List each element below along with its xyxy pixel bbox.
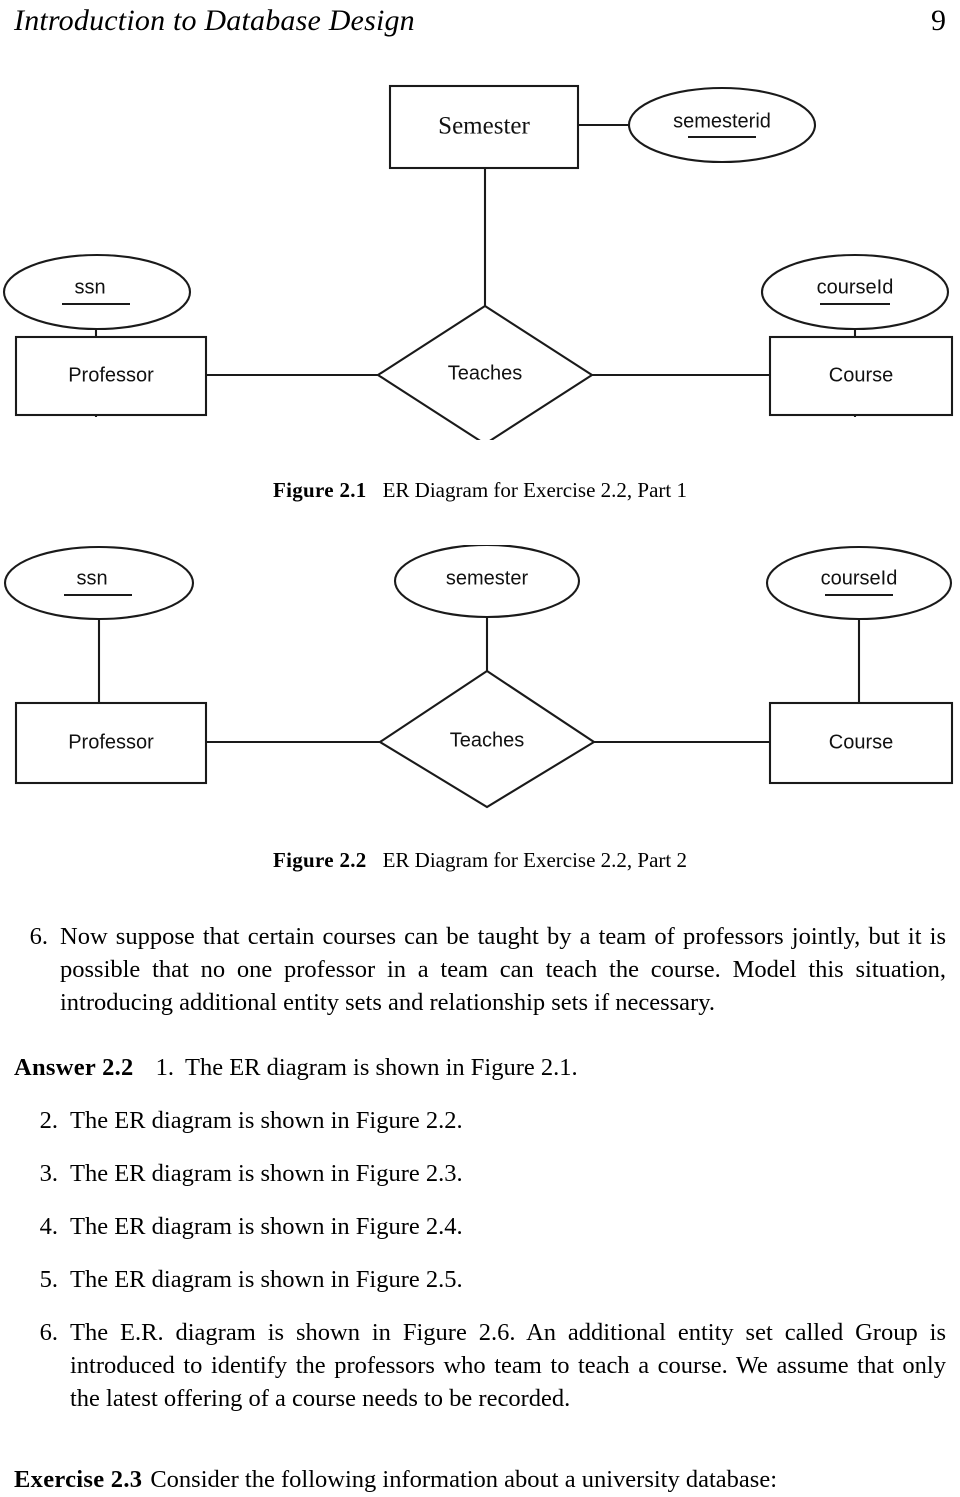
- er-diagram-figure-2-2: ssn semester courseId Professor Teaches …: [0, 545, 960, 810]
- attribute-ssn-label: ssn: [74, 276, 105, 298]
- attribute-semester-label: semester: [446, 567, 529, 589]
- exercise-2-3-text: Consider the following information about…: [150, 1466, 777, 1493]
- answer-label: Answer 2.2: [14, 1054, 134, 1081]
- entity-course-label-2: Course: [829, 731, 893, 753]
- entity-semester-label: Semester: [438, 113, 530, 140]
- er-diagram-figure-2-1: Semester semesterid ssn courseId Profess…: [0, 80, 960, 440]
- figure-2-2-caption-text: ER Diagram for Exercise 2.2, Part 2: [382, 848, 688, 872]
- answer-item-1-text: The ER diagram is shown in Figure 2.1.: [184, 1054, 578, 1081]
- answer-item-4: 4. The ER diagram is shown in Figure 2.4…: [28, 1210, 946, 1243]
- answer-item-3: 3. The ER diagram is shown in Figure 2.3…: [28, 1157, 946, 1190]
- answer-item-4-text: The ER diagram is shown in Figure 2.4.: [70, 1213, 463, 1240]
- figure-2-1-caption-number: Figure 2.1: [272, 478, 367, 502]
- answer-item-2: 2. The ER diagram is shown in Figure 2.2…: [28, 1104, 946, 1137]
- answer-heading-row: Answer 2.2 1. The ER diagram is shown in…: [14, 1051, 578, 1084]
- answer-item-5-marker: 5.: [39, 1266, 58, 1293]
- figure-2-2-caption: Figure 2.2 ER Diagram for Exercise 2.2, P…: [0, 848, 960, 873]
- figure-2-2-caption-number: Figure 2.2: [272, 848, 367, 872]
- answer-item-6-marker: 6.: [39, 1319, 58, 1346]
- entity-professor-label: Professor: [68, 364, 154, 386]
- answer-item-4-marker: 4.: [39, 1213, 58, 1240]
- answer-item-2-text: The ER diagram is shown in Figure 2.2.: [70, 1107, 463, 1134]
- answer-item-3-text: The ER diagram is shown in Figure 2.3.: [70, 1160, 463, 1187]
- question-item-6-marker: 6.: [29, 923, 48, 950]
- page-header: Introduction to Database Design 9: [14, 4, 946, 38]
- attribute-ssn-label-2: ssn: [76, 567, 107, 589]
- answer-item-6-text: The E.R. diagram is shown in Figure 2.6.…: [70, 1319, 946, 1412]
- question-item-6-text: Now suppose that certain courses can be …: [60, 923, 946, 1016]
- entity-course-label: Course: [829, 364, 893, 386]
- answer-item-5: 5. The ER diagram is shown in Figure 2.5…: [28, 1263, 946, 1296]
- relationship-teaches-label-2: Teaches: [450, 729, 525, 751]
- attribute-semesterid-label: semesterid: [673, 110, 771, 132]
- answer-item-5-text: The ER diagram is shown in Figure 2.5.: [70, 1266, 463, 1293]
- answer-item-3-marker: 3.: [39, 1160, 58, 1187]
- answer-item-6: 6. The E.R. diagram is shown in Figure 2…: [28, 1316, 946, 1415]
- relationship-teaches-label: Teaches: [448, 362, 523, 384]
- answer-item-2-marker: 2.: [39, 1107, 58, 1134]
- page-number: 9: [931, 4, 946, 37]
- answer-item-1-marker: 1.: [155, 1054, 174, 1081]
- exercise-2-3-row: Exercise 2.3 Consider the following infor…: [14, 1463, 946, 1496]
- exercise-2-3-label: Exercise 2.3: [14, 1466, 143, 1493]
- figure-2-1-caption: Figure 2.1 ER Diagram for Exercise 2.2, P…: [0, 478, 960, 503]
- attribute-courseid-label-2: courseId: [821, 567, 898, 589]
- figure-2-1-caption-text: ER Diagram for Exercise 2.2, Part 1: [382, 478, 688, 502]
- question-item-6: 6. Now suppose that certain courses can …: [14, 920, 946, 1019]
- entity-professor-label-2: Professor: [68, 731, 154, 753]
- page-title: Introduction to Database Design: [14, 4, 415, 37]
- attribute-courseid-label: courseId: [817, 276, 894, 298]
